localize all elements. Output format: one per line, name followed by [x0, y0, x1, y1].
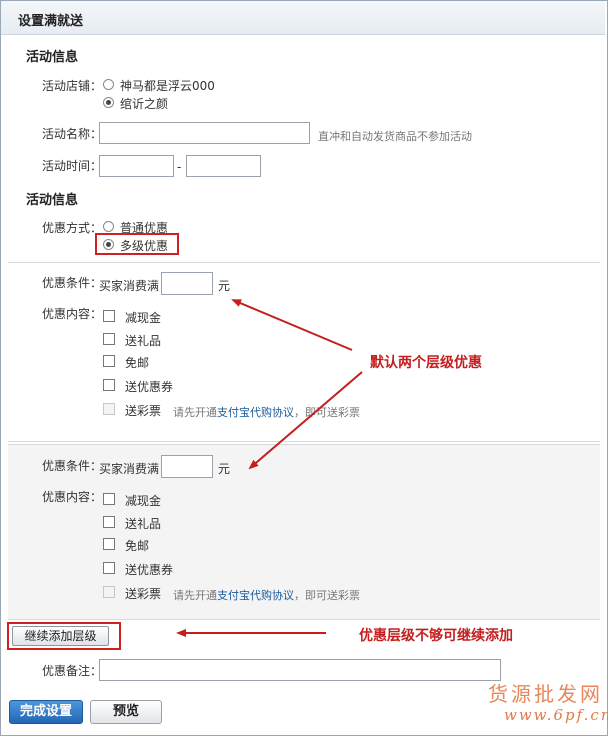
annotation-add-more: 优惠层级不够可继续添加	[359, 628, 513, 644]
arrow-to-tier1	[231, 299, 353, 351]
watermark-url: www.6pf.cn	[504, 706, 608, 724]
arrow-to-tier2	[248, 371, 363, 470]
annotation-arrows	[176, 299, 363, 637]
annotation-default-tiers: 默认两个层级优惠	[370, 355, 482, 371]
watermark-brand: 货源批发网	[488, 682, 603, 706]
